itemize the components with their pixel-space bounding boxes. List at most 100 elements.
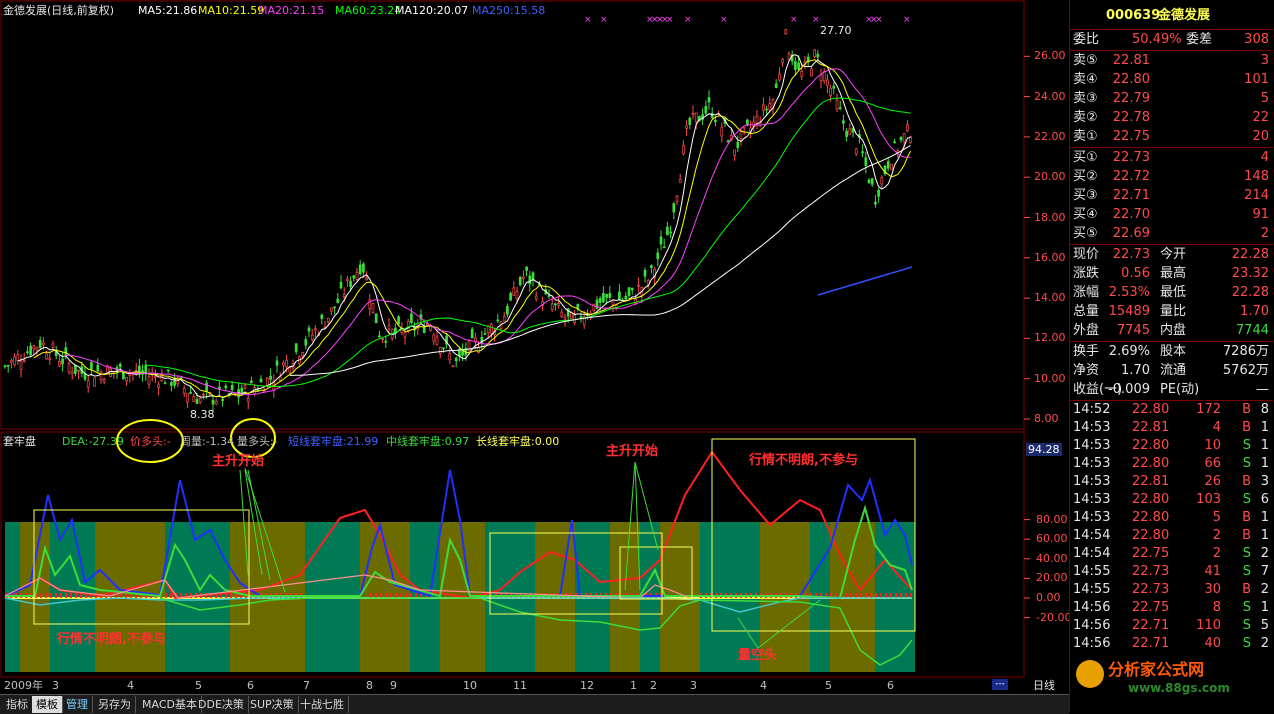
tick-v: 66 (1204, 456, 1221, 471)
ask-volume: 101 (1244, 72, 1269, 87)
period-label[interactable]: 日线 (1033, 679, 1055, 692)
candle-body (362, 263, 365, 273)
candle-body (96, 364, 100, 372)
tick-row[interactable]: 14:53 22.80 66 S 1 (1070, 455, 1273, 473)
tick-row[interactable]: 14:52 22.80 172 B 8 (1070, 401, 1273, 419)
candle-body (109, 368, 112, 377)
tick-t: 14:53 (1073, 492, 1111, 507)
tick-v: 4 (1212, 420, 1221, 435)
candle-body (6, 364, 10, 367)
ask-volume: 5 (1260, 91, 1269, 106)
candle-body (211, 399, 215, 405)
time-axis-month: 11 (513, 679, 527, 692)
ask-volume: 3 (1260, 53, 1269, 68)
candle-body (147, 376, 151, 385)
tick-row[interactable]: 14:55 22.73 30 B 2 (1070, 581, 1273, 599)
candle-body (800, 70, 804, 77)
quote-row-label: 净资 (1073, 363, 1100, 378)
candle-body (720, 126, 724, 137)
time-axis-month: 3 (690, 679, 697, 692)
tick-n: 7 (1260, 564, 1269, 579)
candle-body (874, 201, 877, 205)
tick-v: 8 (1212, 600, 1221, 615)
candle-body (224, 385, 228, 389)
tick-n: 1 (1260, 600, 1269, 615)
candle-body (32, 345, 36, 350)
tick-row[interactable]: 14:54 22.75 2 S 2 (1070, 545, 1273, 563)
candle-body (381, 338, 384, 340)
tick-n: 1 (1260, 528, 1269, 543)
tick-row[interactable]: 14:53 22.80 5 B 1 (1070, 509, 1273, 527)
tab-7[interactable]: 十战七胜 (296, 696, 349, 713)
candle-body (682, 145, 685, 155)
quote-row-value: 7745 (1116, 323, 1150, 338)
tick-row[interactable]: 14:53 22.81 26 B 3 (1070, 473, 1273, 491)
tab-4[interactable]: MACD基本 (138, 696, 202, 713)
candle-body (51, 343, 55, 348)
tick-d: S (1242, 618, 1251, 633)
candle-body (512, 287, 516, 296)
tick-row[interactable]: 14:55 22.73 41 S 7 (1070, 563, 1273, 581)
time-axis-month: 5 (195, 679, 202, 692)
watermark-url: www.88gs.com (1128, 681, 1230, 695)
tick-p: 22.80 (1132, 438, 1170, 453)
tab-0[interactable]: 指标 (2, 696, 33, 713)
candle-body (794, 61, 797, 70)
candle-body (358, 264, 362, 275)
candle-body (678, 178, 682, 183)
signal-bar (45, 593, 47, 598)
signal-bar (75, 593, 77, 598)
ma-legend-item: MA20:21.15 (258, 4, 325, 17)
tab-2[interactable]: 管理 (62, 696, 93, 713)
quote-row-label: 买③ (1073, 188, 1098, 203)
candle-body (899, 136, 903, 141)
tab-5[interactable]: DDE决策 (194, 696, 249, 713)
quote-row: 买⑤ 22.69 2 (1070, 224, 1273, 243)
quote-row: 净资 1.70 流通 5762万 (1070, 361, 1273, 380)
candle-body (525, 266, 528, 271)
candle-body (867, 179, 871, 184)
low-price-label: 8.38 (190, 408, 215, 421)
tick-p: 22.80 (1132, 492, 1170, 507)
candle-body (518, 276, 522, 286)
quote-row: 涨幅 2.53% 最低 22.28 (1070, 283, 1273, 302)
tick-row[interactable]: 14:53 22.80 10 S 1 (1070, 437, 1273, 455)
quote-row-value: 15489 (1108, 304, 1150, 319)
candle-body (627, 287, 631, 296)
candle-body (483, 333, 487, 335)
candle-body (259, 378, 263, 383)
bid-volume: 91 (1252, 207, 1269, 222)
candle-body (762, 104, 765, 111)
candle-body (877, 189, 880, 197)
quote-row-value: 22.80 (1112, 72, 1150, 87)
tick-d: S (1242, 546, 1251, 561)
tick-row[interactable]: 14:53 22.81 4 B 1 (1070, 419, 1273, 437)
signal-marker: × (790, 15, 798, 25)
tab-1[interactable]: 模板 (32, 696, 63, 713)
ma-line (145, 97, 911, 387)
candle-body (282, 362, 285, 366)
candle-body (848, 128, 852, 136)
quote-row-value: 1.70 (1121, 363, 1150, 378)
quote-row-label: 卖⑤ (1073, 53, 1098, 68)
price-tick-label: 18.00 (1034, 210, 1066, 224)
tick-row[interactable]: 14:54 22.80 2 B 1 (1070, 527, 1273, 545)
tab-3[interactable]: 另存为 (94, 696, 136, 713)
signal-marker: × (875, 15, 883, 25)
tick-row[interactable]: 14:56 22.75 8 S 1 (1070, 599, 1273, 617)
annotation-main-rise-2: 主升开始 (606, 444, 659, 459)
candle-body (502, 316, 506, 322)
quote-row-value-2: 22.28 (1231, 247, 1269, 262)
indicator-name[interactable]: 套牢盘 (3, 435, 36, 448)
tick-row[interactable]: 14:56 22.71 40 S 2 (1070, 635, 1273, 653)
candle-body (192, 396, 196, 402)
moving-average-lines (17, 54, 913, 399)
tick-row[interactable]: 14:53 22.80 103 S 6 (1070, 491, 1273, 509)
tab-6[interactable]: SUP决策 (246, 696, 299, 713)
tick-row[interactable]: 14:56 22.71 110 S 5 (1070, 617, 1273, 635)
tick-t: 14:53 (1073, 456, 1111, 471)
main-chart-canvas[interactable]: × × ××××× × × × × ××× × (0, 0, 1069, 694)
time-axis-scroll-button[interactable]: --- (992, 679, 1008, 690)
candle-body (384, 340, 388, 343)
time-axis-year: 2009年 (4, 679, 43, 692)
